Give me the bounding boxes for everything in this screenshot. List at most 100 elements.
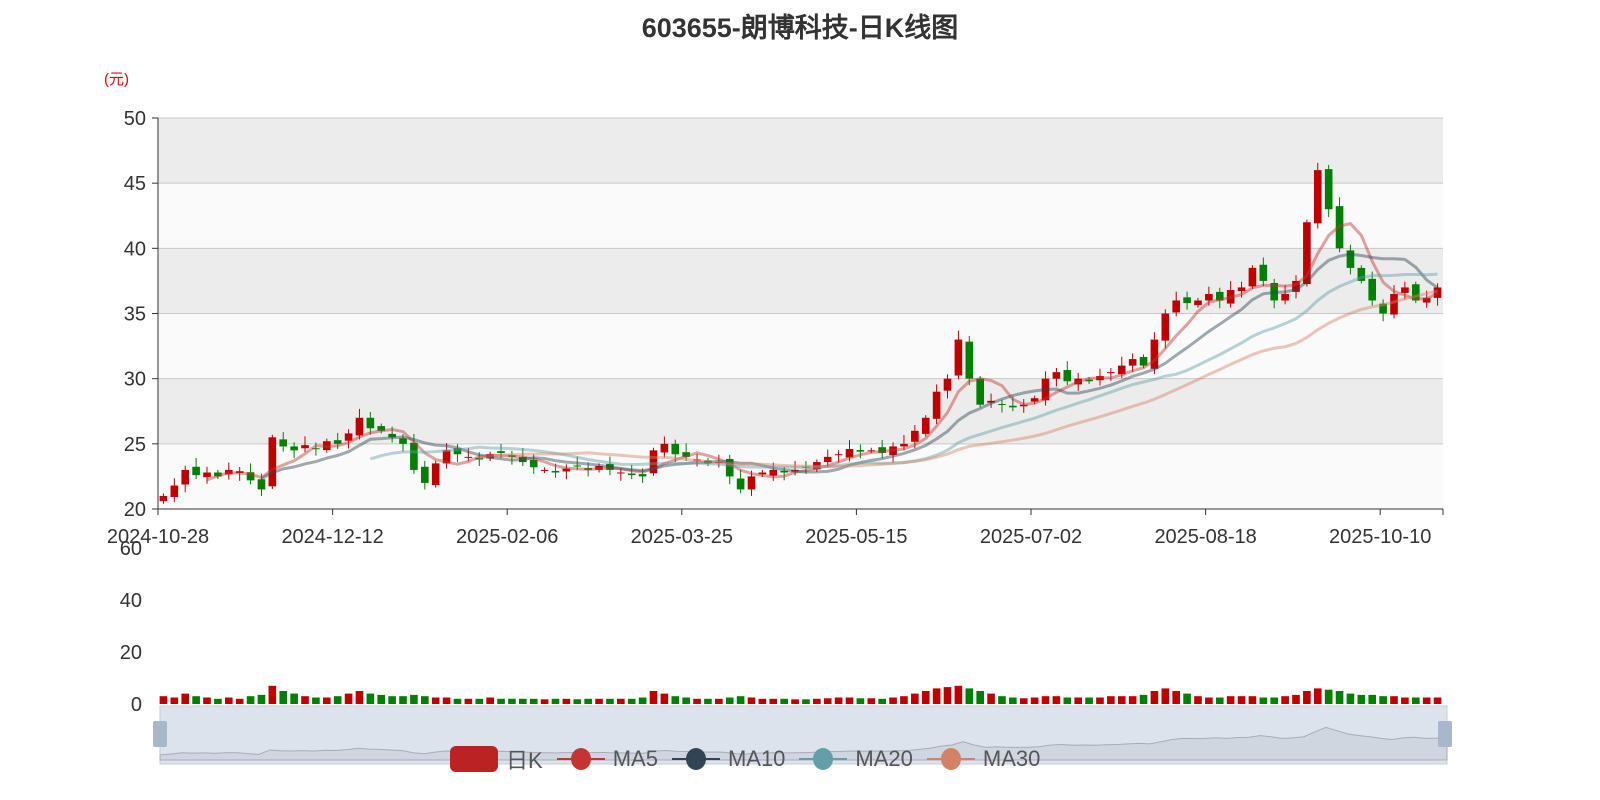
volume-bar [1281, 696, 1289, 704]
volume-bar [780, 698, 788, 704]
candle-body [1259, 264, 1268, 281]
volume-bar [769, 698, 778, 704]
volume-bar [1215, 697, 1224, 704]
volume-bar [715, 698, 723, 704]
volume-bar [1357, 694, 1366, 704]
volume-bar [1117, 696, 1126, 704]
legend-label: MA5 [612, 746, 658, 771]
volume-bar [333, 696, 342, 704]
volume-bar [1128, 696, 1137, 704]
volume-bar [464, 698, 473, 704]
candle-body [921, 417, 930, 434]
candle-body [617, 472, 625, 474]
volume-bar [1303, 691, 1311, 704]
volume-bar [1411, 697, 1420, 704]
candle-body [159, 495, 168, 502]
volume-bar [845, 697, 854, 704]
candle-body [1401, 287, 1409, 293]
volume-bar [442, 697, 451, 704]
legend-item-ma5[interactable]: MA5 [556, 746, 658, 772]
volume-bar [649, 691, 658, 704]
candle-body [932, 391, 941, 419]
candle-body [279, 439, 288, 447]
volume-bar [693, 698, 701, 704]
volume-bar [322, 697, 331, 704]
candle-body [769, 469, 778, 476]
volume-bar [1183, 693, 1191, 704]
volume-bar [235, 698, 244, 704]
volume-bar [551, 698, 560, 704]
candle-body [203, 472, 211, 478]
candle-body [1248, 267, 1257, 287]
candle-body [1194, 300, 1202, 306]
x-tick-label: 2024-12-12 [281, 526, 383, 548]
volume-bar [453, 698, 462, 704]
volume-bar [802, 699, 810, 704]
volume-bar [159, 696, 168, 704]
candle-body [823, 456, 832, 463]
volume-bar [1194, 696, 1202, 704]
volume-bar [834, 697, 843, 704]
candle-body [257, 479, 266, 490]
volume-bar [1150, 691, 1159, 704]
volume-bar [584, 698, 592, 704]
volume-bar [617, 698, 625, 704]
volume-bar [1030, 697, 1039, 704]
volume-bar [1139, 694, 1148, 704]
x-tick-label: 2025-03-25 [631, 526, 733, 548]
legend-item-ma10[interactable]: MA10 [671, 746, 785, 772]
candle-body [192, 466, 200, 476]
volume-bar [736, 696, 745, 704]
volume-bar [1335, 691, 1344, 704]
candle-body [1324, 169, 1333, 210]
candle-body [170, 485, 179, 498]
grid-band [158, 313, 1443, 379]
line-marker-icon [926, 748, 975, 770]
volume-bar [1096, 697, 1104, 704]
volume-bar [1313, 688, 1322, 704]
volume-bar [246, 696, 255, 704]
volume-bar [1270, 697, 1279, 704]
legend-item-dayk[interactable]: 日K [450, 743, 543, 775]
candle-body [1009, 405, 1017, 408]
x-tick-label: 2025-05-15 [805, 526, 907, 548]
volume-bar [486, 697, 494, 704]
volume-bar [813, 698, 821, 704]
volume-bar [965, 688, 974, 704]
volume-bar [573, 699, 582, 704]
volume-bar [279, 691, 288, 704]
vol-y-tick-label: 40 [120, 590, 142, 612]
volume-bar [181, 693, 190, 704]
candle-body [747, 476, 756, 490]
volume-bar [518, 698, 527, 704]
line-marker-icon [671, 748, 720, 770]
legend-item-ma30[interactable]: MA30 [926, 746, 1041, 772]
candle-body [1183, 297, 1191, 304]
volume-bar [1237, 696, 1246, 704]
volume-bar [595, 698, 603, 704]
volume-bar [1074, 697, 1083, 704]
volume-bar [627, 698, 636, 704]
legend-label: MA30 [982, 746, 1041, 771]
candle-swatch-icon [450, 746, 498, 772]
volume-bar [1085, 697, 1093, 704]
datazoom-handle-icon [1438, 721, 1452, 747]
volume-bar [954, 685, 963, 704]
volume-bar [758, 698, 767, 704]
volume-bar [388, 696, 396, 704]
volume-bar [606, 698, 614, 704]
volume-bar [1205, 697, 1213, 704]
volume-bar [170, 697, 179, 704]
volume-bar [377, 694, 386, 704]
candle-body [943, 378, 952, 391]
candle-body [834, 454, 843, 456]
legend-item-ma20[interactable]: MA20 [799, 746, 913, 772]
y-tick-label: 50 [124, 108, 146, 130]
grid-band [158, 443, 1443, 509]
candle-body [1161, 313, 1170, 341]
volume-bar [366, 693, 375, 704]
candle-body [333, 440, 342, 444]
candle-body [736, 478, 745, 490]
candle-body [900, 443, 908, 447]
candle-body [1205, 293, 1213, 301]
